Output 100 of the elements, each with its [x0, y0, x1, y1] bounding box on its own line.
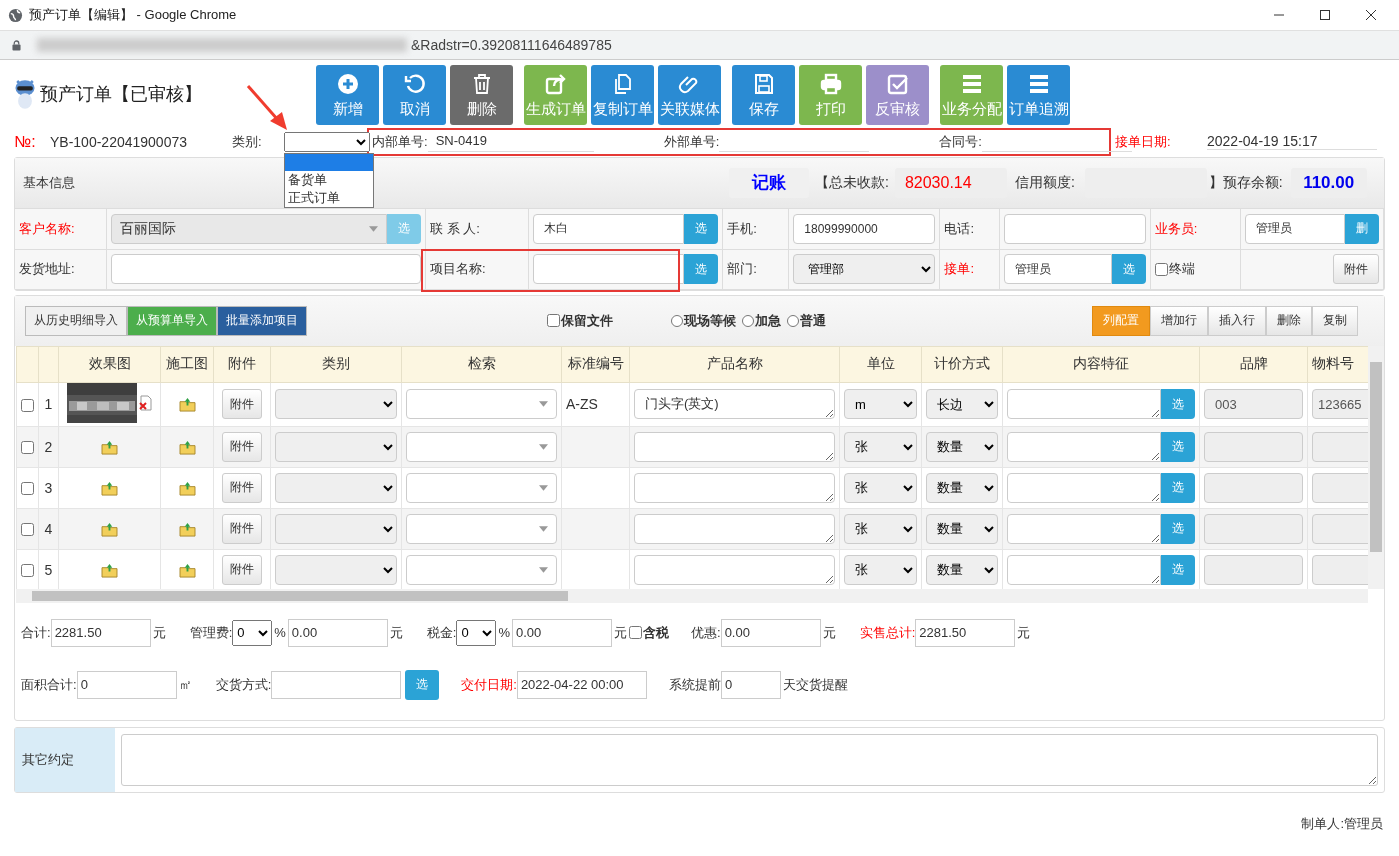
text-field[interactable]: 木白 — [533, 213, 685, 244]
attachment-button[interactable]: 附件 — [1333, 254, 1379, 284]
row-action-button[interactable]: 插入行 — [1208, 305, 1266, 336]
text-field[interactable]: 0 — [720, 670, 781, 699]
brand-field[interactable]: 003 — [1204, 389, 1303, 419]
product-name-field[interactable] — [634, 554, 835, 585]
text-field[interactable]: 18099990000 — [793, 213, 936, 244]
upload-folder-icon[interactable] — [178, 439, 196, 455]
upload-folder-icon[interactable] — [101, 480, 118, 496]
maximize-icon[interactable] — [1319, 9, 1331, 21]
pricing-select[interactable]: 数量 — [926, 554, 998, 585]
department-select[interactable]: 管理部 — [793, 254, 936, 284]
search-combo[interactable] — [406, 431, 557, 462]
rate-select[interactable]: 0 — [232, 619, 273, 646]
row-checkbox[interactable] — [21, 398, 34, 412]
unit-select[interactable]: m — [844, 389, 917, 419]
attachment-button[interactable]: 附件 — [222, 431, 262, 462]
text-field[interactable]: 管理员 — [1003, 254, 1112, 284]
customer-select[interactable]: 百丽国际 — [110, 213, 387, 244]
row-checkbox[interactable] — [21, 482, 34, 496]
category-select[interactable] — [284, 131, 370, 152]
pricing-select[interactable]: 长边 — [926, 389, 998, 419]
toolbar-button[interactable]: 新增 — [316, 65, 379, 125]
pricing-select[interactable]: 数量 — [926, 431, 998, 462]
attachment-button[interactable]: 附件 — [222, 389, 262, 419]
upload-folder-icon[interactable] — [178, 397, 196, 413]
radio-button[interactable] — [787, 314, 799, 327]
toolbar-button[interactable]: 取消 — [383, 65, 446, 125]
row-checkbox[interactable] — [21, 564, 34, 578]
unit-select[interactable]: 张 — [844, 431, 917, 462]
horizontal-scrollbar[interactable] — [16, 588, 1368, 603]
row-checkbox[interactable] — [21, 441, 34, 455]
attachment-button[interactable]: 附件 — [222, 513, 262, 544]
text-field[interactable]: 0.00 — [720, 618, 821, 647]
feature-field[interactable] — [1007, 431, 1161, 462]
text-field[interactable]: 0.00 — [512, 618, 612, 647]
text-field[interactable]: 2022-04-22 00:00 — [516, 670, 647, 699]
unit-select[interactable]: 张 — [844, 513, 917, 544]
row-action-button[interactable]: 增加行 — [1150, 305, 1208, 336]
upload-folder-icon[interactable] — [178, 562, 196, 578]
text-field[interactable] — [1003, 213, 1146, 244]
unit-select[interactable]: 张 — [844, 472, 917, 503]
toolbar-button[interactable]: 删除 — [450, 65, 513, 125]
upload-folder-icon[interactable] — [101, 521, 118, 537]
product-name-field[interactable]: 门头字(英文) — [634, 389, 835, 419]
text-field[interactable] — [271, 670, 402, 699]
upload-folder-icon[interactable] — [178, 480, 196, 496]
material-number-field[interactable] — [1312, 554, 1368, 585]
unit-select[interactable]: 张 — [844, 554, 917, 585]
text-field[interactable]: 2281.50 — [50, 618, 151, 647]
row-action-button[interactable]: 复制 — [1312, 305, 1358, 336]
product-name-field[interactable] — [634, 472, 835, 503]
terms-field[interactable] — [121, 733, 1378, 786]
delete-file-icon[interactable] — [138, 394, 153, 411]
checkbox[interactable] — [1154, 263, 1168, 277]
product-name-field[interactable] — [634, 431, 835, 462]
import-button[interactable]: 批量添加项目 — [217, 305, 307, 336]
search-combo[interactable] — [406, 389, 557, 419]
text-field[interactable]: SN-0419 — [427, 131, 594, 152]
row-checkbox[interactable] — [21, 523, 34, 537]
brand-field[interactable] — [1204, 554, 1303, 585]
feature-field[interactable] — [1007, 554, 1161, 585]
toolbar-button[interactable]: 订单追溯 — [1007, 65, 1070, 125]
checkbox[interactable] — [629, 626, 642, 639]
search-combo[interactable] — [406, 472, 557, 503]
feature-field[interactable] — [1007, 472, 1161, 503]
vertical-scrollbar[interactable] — [1368, 345, 1384, 589]
text-field[interactable]: 管理员 — [1244, 213, 1345, 244]
attachment-button[interactable]: 附件 — [222, 554, 262, 585]
brand-field[interactable] — [1204, 513, 1303, 544]
text-field[interactable] — [110, 254, 421, 284]
upload-folder-icon[interactable] — [178, 521, 196, 537]
row-action-button[interactable]: 删除 — [1266, 305, 1312, 336]
text-field[interactable]: 2281.50 — [915, 618, 1016, 647]
toolbar-button[interactable]: 保存 — [732, 65, 795, 125]
upload-folder-icon[interactable] — [101, 439, 118, 455]
toolbar-button[interactable]: 复制订单 — [591, 65, 654, 125]
search-combo[interactable] — [406, 513, 557, 544]
material-number-field[interactable] — [1312, 472, 1368, 503]
feature-field[interactable] — [1007, 513, 1161, 544]
product-name-field[interactable] — [634, 513, 835, 544]
close-icon[interactable] — [1365, 9, 1377, 21]
import-button[interactable]: 从历史明细导入 — [25, 305, 127, 336]
checkbox[interactable] — [547, 314, 560, 327]
dropdown-option[interactable]: 备货单 — [285, 170, 373, 189]
material-number-field[interactable] — [1312, 431, 1368, 462]
text-field[interactable]: 0 — [76, 670, 177, 699]
brand-field[interactable] — [1204, 431, 1303, 462]
radio-button[interactable] — [742, 314, 754, 327]
material-number-field[interactable] — [1312, 513, 1368, 544]
radio-button[interactable] — [671, 314, 683, 327]
feature-field[interactable] — [1007, 389, 1161, 419]
toolbar-button[interactable]: 关联媒体 — [658, 65, 721, 125]
brand-field[interactable] — [1204, 472, 1303, 503]
attachment-button[interactable]: 附件 — [222, 472, 262, 503]
upload-folder-icon[interactable] — [101, 562, 118, 578]
rate-select[interactable]: 0 — [456, 619, 497, 646]
dropdown-option[interactable]: 正式订单 — [285, 188, 373, 207]
text-field[interactable]: 0.00 — [287, 618, 388, 647]
material-number-field[interactable]: 123665 — [1312, 389, 1368, 419]
